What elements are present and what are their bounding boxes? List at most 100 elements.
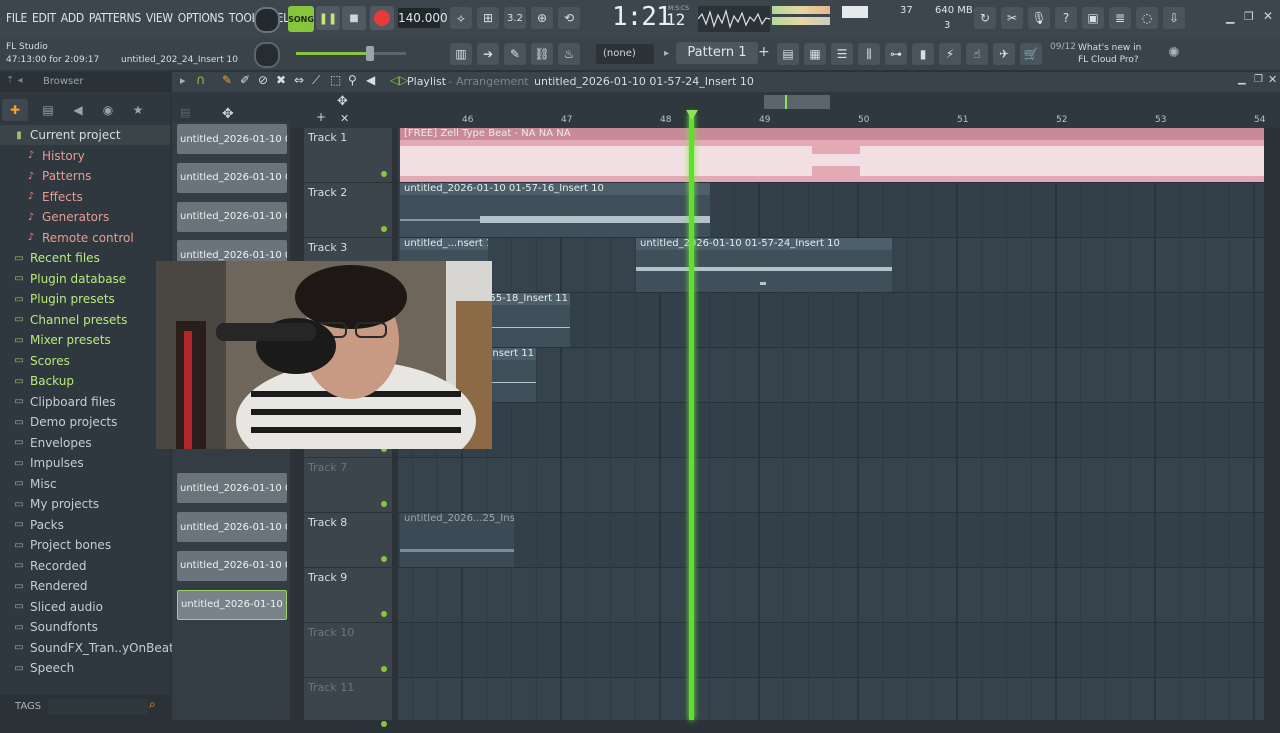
slice-tool-icon[interactable]: ⟋ [312, 73, 320, 88]
playlist-minimize-icon[interactable]: ▁ [1238, 74, 1246, 85]
pattern-selector[interactable]: Pattern 1 [676, 42, 758, 64]
channel-rack-icon[interactable]: ☰ [831, 43, 853, 65]
maximize-icon[interactable]: ❐ [1244, 10, 1254, 23]
touch-keyboard-icon[interactable]: ☝ [966, 43, 988, 65]
step-edit-icon[interactable]: ⊕ [531, 7, 553, 29]
track-name[interactable]: Track 3 [308, 241, 347, 254]
timeline-ruler[interactable]: 46 47 48 49 50 51 52 53 54 [398, 112, 1265, 128]
clip-source-item[interactable]: untitled_2026-01-10 01-... [177, 162, 287, 193]
slider-handle[interactable] [366, 46, 374, 61]
browser-item[interactable]: ▭ Sliced audio [12, 597, 103, 617]
mixer-view-icon[interactable]: ⫼ [858, 43, 880, 65]
save-icon[interactable]: ▣ [1082, 7, 1104, 29]
record-button[interactable] [370, 6, 394, 30]
clip-source-item[interactable]: untitled_2026-01-10 01-... [177, 589, 287, 620]
link-icon[interactable]: ⛓ [531, 43, 553, 65]
browser-item[interactable]: ▭ Packs [12, 515, 64, 535]
undo-icon[interactable]: ↻ [974, 7, 996, 29]
shop-icon[interactable]: 🛒 [1020, 43, 1042, 65]
news-text[interactable]: What's new in FL Cloud Pro? [1078, 42, 1154, 66]
mixer-icon[interactable]: ≣ [1109, 7, 1131, 29]
menu-view[interactable]: VIEW [146, 11, 173, 25]
cut-icon[interactable]: ✂ [1001, 7, 1023, 29]
add-track-icon[interactable]: + [316, 110, 326, 124]
paint-tool-icon[interactable]: ✐ [240, 73, 250, 87]
browser-item[interactable]: ♪ Remote control [24, 228, 134, 248]
audio-clip-muted[interactable]: untitled_2026...25_Insert 10 [400, 513, 514, 567]
help-icon[interactable]: ? [1055, 7, 1077, 29]
stop-button[interactable]: ■ [342, 6, 366, 30]
piano-roll-icon[interactable]: ▥ [450, 43, 472, 65]
playlist-grid[interactable]: [FREE] Zell Type Beat - NA NA NA untitle… [398, 128, 1264, 720]
clip-source-item[interactable]: untitled_2026-01-10 01-... [177, 473, 287, 504]
track-name[interactable]: Track 2 [308, 186, 347, 199]
browser-file-icon[interactable]: ▤ [38, 103, 58, 117]
browser-item[interactable]: ▭ Demo projects [12, 412, 117, 432]
browser-all-icon[interactable]: ✚ [2, 99, 28, 121]
browser-nav-icon[interactable]: ⇡ ◂ [6, 75, 23, 86]
track-enable-led[interactable] [381, 666, 387, 672]
microphone-icon[interactable]: 🎙 [1028, 7, 1050, 29]
audio-clip[interactable]: [FREE] Zell Type Beat - NA NA NA [400, 128, 1264, 182]
browser-item[interactable]: ▭ Plugin presets [12, 289, 115, 309]
track-name[interactable]: Track 11 [308, 681, 354, 694]
draw-tool-icon[interactable]: ✎ [222, 73, 232, 87]
delete-tool-icon[interactable]: ⊘ [258, 73, 268, 87]
browser-item[interactable]: ▭ Envelopes [12, 433, 91, 453]
menu-options[interactable]: OPTIONS [178, 11, 224, 25]
browser-item[interactable]: ▮ Current project [0, 125, 170, 145]
track-name[interactable]: Track 1 [308, 131, 347, 144]
zoom-icon[interactable]: ✥ [337, 94, 348, 109]
playback-tool-icon[interactable]: ◀ [366, 73, 375, 87]
menu-file[interactable]: FILE [6, 11, 27, 25]
tags-search-input[interactable] [48, 699, 148, 715]
download-icon[interactable]: ⇩ [1163, 7, 1185, 29]
time-display[interactable]: 1:21 [612, 2, 672, 32]
browser-item[interactable]: ♪ Effects [24, 187, 83, 207]
mute-tool-icon[interactable]: ✖ [276, 73, 286, 87]
browser-item[interactable]: ▭ Clipboard files [12, 392, 115, 412]
countdown-icon[interactable]: 3.2 [504, 7, 526, 29]
clip-source-icon[interactable]: ✥ [222, 106, 234, 122]
menu-patterns[interactable]: PATTERNS [89, 11, 141, 25]
browser-item[interactable]: ♪ Patterns [24, 166, 92, 186]
arrow-icon[interactable]: ➔ [477, 43, 499, 65]
track-enable-led[interactable] [381, 611, 387, 617]
slip-tool-icon[interactable]: ⇔ [294, 73, 304, 87]
audio-clip[interactable]: untitled_2026-01-10 01-57-24_Insert 10 [636, 238, 892, 292]
clip-source-item[interactable]: untitled_2026-01-10 01-... [177, 124, 287, 154]
clip-source-item[interactable]: untitled_2026-01-10 01-... [177, 512, 287, 542]
clip-source-item[interactable]: untitled_2026-01-10 01-... [177, 201, 287, 232]
track-enable-led[interactable] [381, 501, 387, 507]
playlist-menu-icon[interactable]: ▸ [180, 74, 186, 87]
magnet-icon[interactable]: ∩ [196, 73, 206, 88]
plug-icon[interactable]: ⚡ [939, 43, 961, 65]
tree-icon[interactable]: ⊶ [885, 43, 907, 65]
browser-item[interactable]: ▭ Misc [12, 474, 56, 494]
browser-item[interactable]: ▭ Impulses [12, 453, 83, 473]
playlist-maximize-icon[interactable]: ❐ [1254, 74, 1263, 85]
menu-add[interactable]: ADD [61, 11, 84, 25]
tempo-tapper-icon[interactable]: ✈ [993, 43, 1015, 65]
select-tool-icon[interactable]: ⬚ [330, 73, 341, 87]
browser-globe-icon[interactable]: ◉ [98, 103, 118, 117]
pattern-list-icon[interactable]: ▤ [180, 106, 190, 119]
step-sequencer-icon[interactable]: ▦ [804, 43, 826, 65]
playlist-view-icon[interactable]: ▤ [777, 43, 799, 65]
playhead[interactable] [689, 112, 694, 720]
browser-item[interactable]: ▭ Soundfonts [12, 617, 98, 637]
browser-item[interactable]: ▭ Channel presets [12, 310, 127, 330]
track-enable-led[interactable] [381, 171, 387, 177]
playlist-close-icon[interactable]: ✕ [1268, 73, 1277, 86]
remove-track-icon[interactable]: ✕ [340, 112, 349, 125]
browser-speaker-icon[interactable]: ◀ [68, 103, 88, 117]
wait-record-icon[interactable]: ⊞ [477, 7, 499, 29]
track-name[interactable]: Track 7 [308, 461, 347, 474]
loop-record-icon[interactable]: ⟲ [558, 7, 580, 29]
browser-item[interactable]: ▭ Mixer presets [12, 330, 111, 350]
browser-item[interactable]: ▭ Speech [12, 658, 74, 678]
clip-source-item[interactable]: untitled_2026-01-10 01-... [177, 550, 287, 581]
horizontal-scrollbar[interactable] [764, 95, 830, 109]
pattern-prev-icon[interactable]: ▸ [664, 48, 669, 59]
search-icon[interactable]: ⌕ [149, 697, 165, 713]
